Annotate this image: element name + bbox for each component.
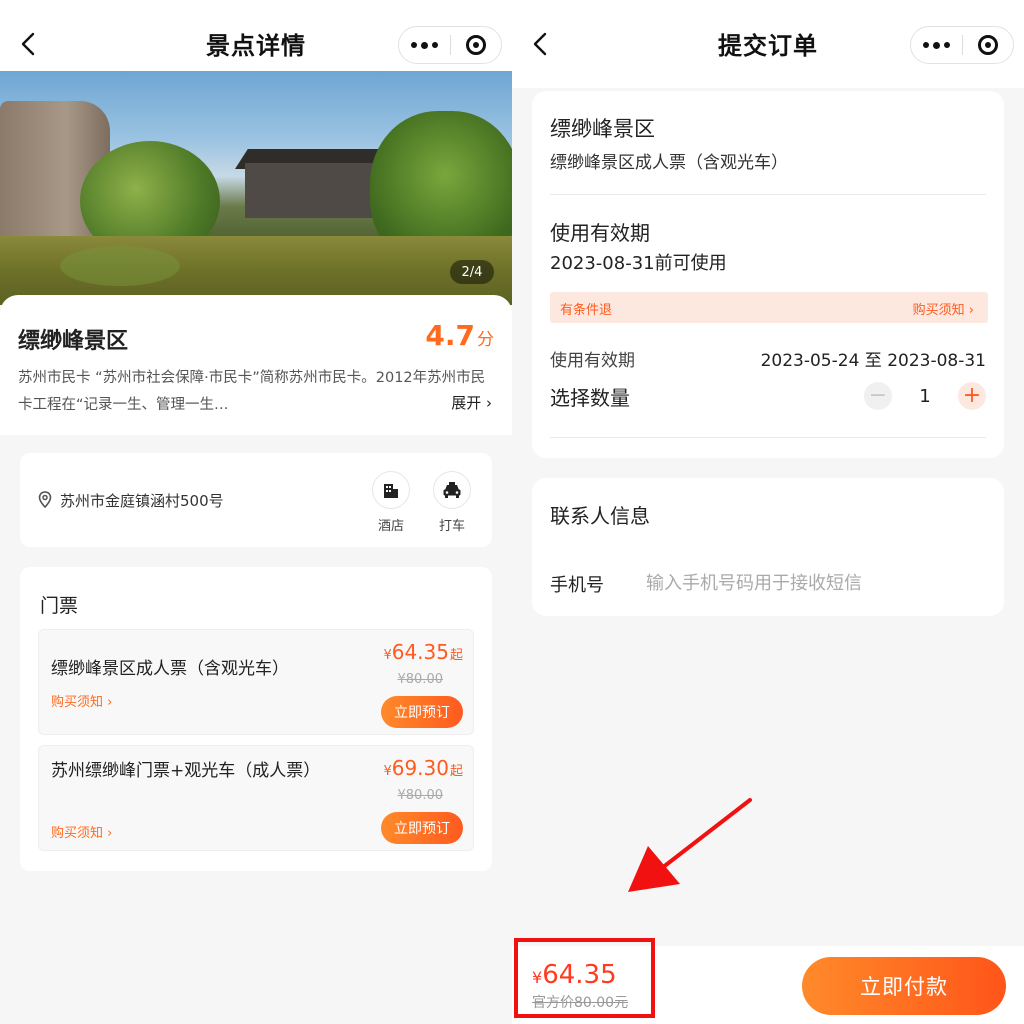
more-icon[interactable] (399, 27, 450, 63)
order-summary-card: 缥缈峰景区 缥缈峰景区成人票（含观光车） 使用有效期 2023-08-31前可使… (532, 91, 1004, 458)
validity-range: 2023-05-24 至 2023-08-31 (760, 351, 986, 371)
taxi-button[interactable]: 打车 (431, 471, 473, 534)
submit-order-screen: 提交订单 缥缈峰景区 缥缈峰景区成人票（含观光车） 使用有效期 2023-08-… (512, 0, 1024, 1024)
order-spot-name: 缥缈峰景区 (550, 117, 655, 141)
phone-label: 手机号 (550, 575, 604, 596)
miniprogram-capsule (398, 26, 502, 64)
price-highlight-box (514, 938, 655, 1018)
more-icon[interactable] (911, 27, 962, 63)
refund-policy-bar[interactable]: 有条件退 购买须知 › (550, 292, 988, 323)
divider (550, 437, 986, 438)
order-ticket-name: 缥缈峰景区成人票（含观光车） (550, 153, 788, 173)
expand-label: 展开 (451, 394, 482, 412)
taxi-label: 打车 (438, 519, 465, 534)
purchase-notice-link[interactable]: 购买须知 › (913, 299, 974, 318)
contact-info-card: 联系人信息 手机号 (532, 478, 1004, 616)
rating-value: 4.7 (425, 319, 475, 352)
increase-icon[interactable]: + (957, 382, 986, 410)
hotel-button[interactable]: 酒店 (370, 471, 412, 534)
checkout-bar: ¥64.35 官方价80.00元 立即付款 (512, 938, 1024, 1024)
purchase-notice-link[interactable]: 购买须知 › (51, 691, 112, 710)
spot-name: 缥缈峰景区 (18, 329, 129, 354)
refund-tag: 有条件退 (560, 303, 613, 318)
pay-now-button[interactable]: 立即付款 (802, 957, 1006, 1015)
location-pin-icon (38, 491, 52, 508)
purchase-notice-link[interactable]: 购买须知 › (51, 822, 112, 841)
taxi-icon (433, 471, 471, 509)
contact-heading: 联系人信息 (550, 504, 650, 528)
chevron-right-icon: › (486, 394, 492, 412)
photo-counter: 2/4 (450, 260, 494, 284)
ticket-price: ¥64.35 起 (383, 640, 463, 664)
validity-label: 使用有效期 (550, 351, 635, 371)
decrease-icon[interactable]: − (864, 382, 892, 410)
rating-unit: 分 (477, 330, 494, 350)
book-now-button[interactable]: 立即预订 (381, 812, 463, 844)
scenic-photo[interactable] (0, 71, 512, 305)
divider (550, 194, 986, 195)
ticket-original-price: ¥80.00 (397, 672, 444, 687)
validity-heading: 使用有效期 (550, 221, 650, 245)
ticket-section-title: 门票 (40, 595, 79, 617)
hotel-label: 酒店 (377, 519, 404, 534)
quantity-value: 1 (919, 385, 931, 407)
close-miniprogram-icon[interactable] (962, 27, 1013, 63)
hotel-icon (372, 471, 410, 509)
ticket-item[interactable]: 苏州缥缈峰门票+观光车（成人票） 购买须知 › ¥69.30 起 ¥80.00 立… (38, 745, 474, 851)
spot-info-card: 缥缈峰景区 4.7 分 苏州市民卡 “苏州市社会保障·市民卡”简称苏州市民卡。2… (0, 295, 512, 435)
miniprogram-capsule (910, 26, 1014, 64)
ticket-section: 门票 缥缈峰景区成人票（含观光车） 购买须知 › ¥64.35 起 ¥80.00 … (20, 567, 492, 871)
rating: 4.7 分 (425, 319, 494, 352)
ticket-price: ¥69.30 起 (383, 756, 463, 780)
phone-input[interactable] (646, 568, 966, 598)
address-card: 苏州市金庭镇涵村500号 酒店 打车 (20, 453, 492, 547)
spot-description: 苏州市民卡 “苏州市社会保障·市民卡”简称苏州市民卡。2012年苏州市民卡工程在… (18, 370, 486, 413)
validity-value: 2023-08-31前可使用 (550, 253, 727, 274)
quantity-label: 选择数量 (550, 386, 630, 410)
nav-bar: 提交订单 (512, 0, 1024, 88)
attraction-detail-screen: 景点详情 2/4 缥缈峰景区 4.7 分 苏州市民卡 “苏州市社会保障·市民卡”… (0, 0, 512, 1024)
close-miniprogram-icon[interactable] (450, 27, 501, 63)
ticket-item[interactable]: 缥缈峰景区成人票（含观光车） 购买须知 › ¥64.35 起 ¥80.00 立即预… (38, 629, 474, 735)
expand-button[interactable]: 展开 › (451, 392, 492, 413)
address-text[interactable]: 苏州市金庭镇涵村500号 (60, 490, 224, 511)
ticket-name: 苏州缥缈峰门票+观光车（成人票） (51, 761, 321, 781)
book-now-button[interactable]: 立即预订 (381, 696, 463, 728)
ticket-original-price: ¥80.00 (397, 788, 444, 803)
quantity-stepper: − 1 + (864, 381, 986, 411)
ticket-name: 缥缈峰景区成人票（含观光车） (51, 659, 289, 679)
